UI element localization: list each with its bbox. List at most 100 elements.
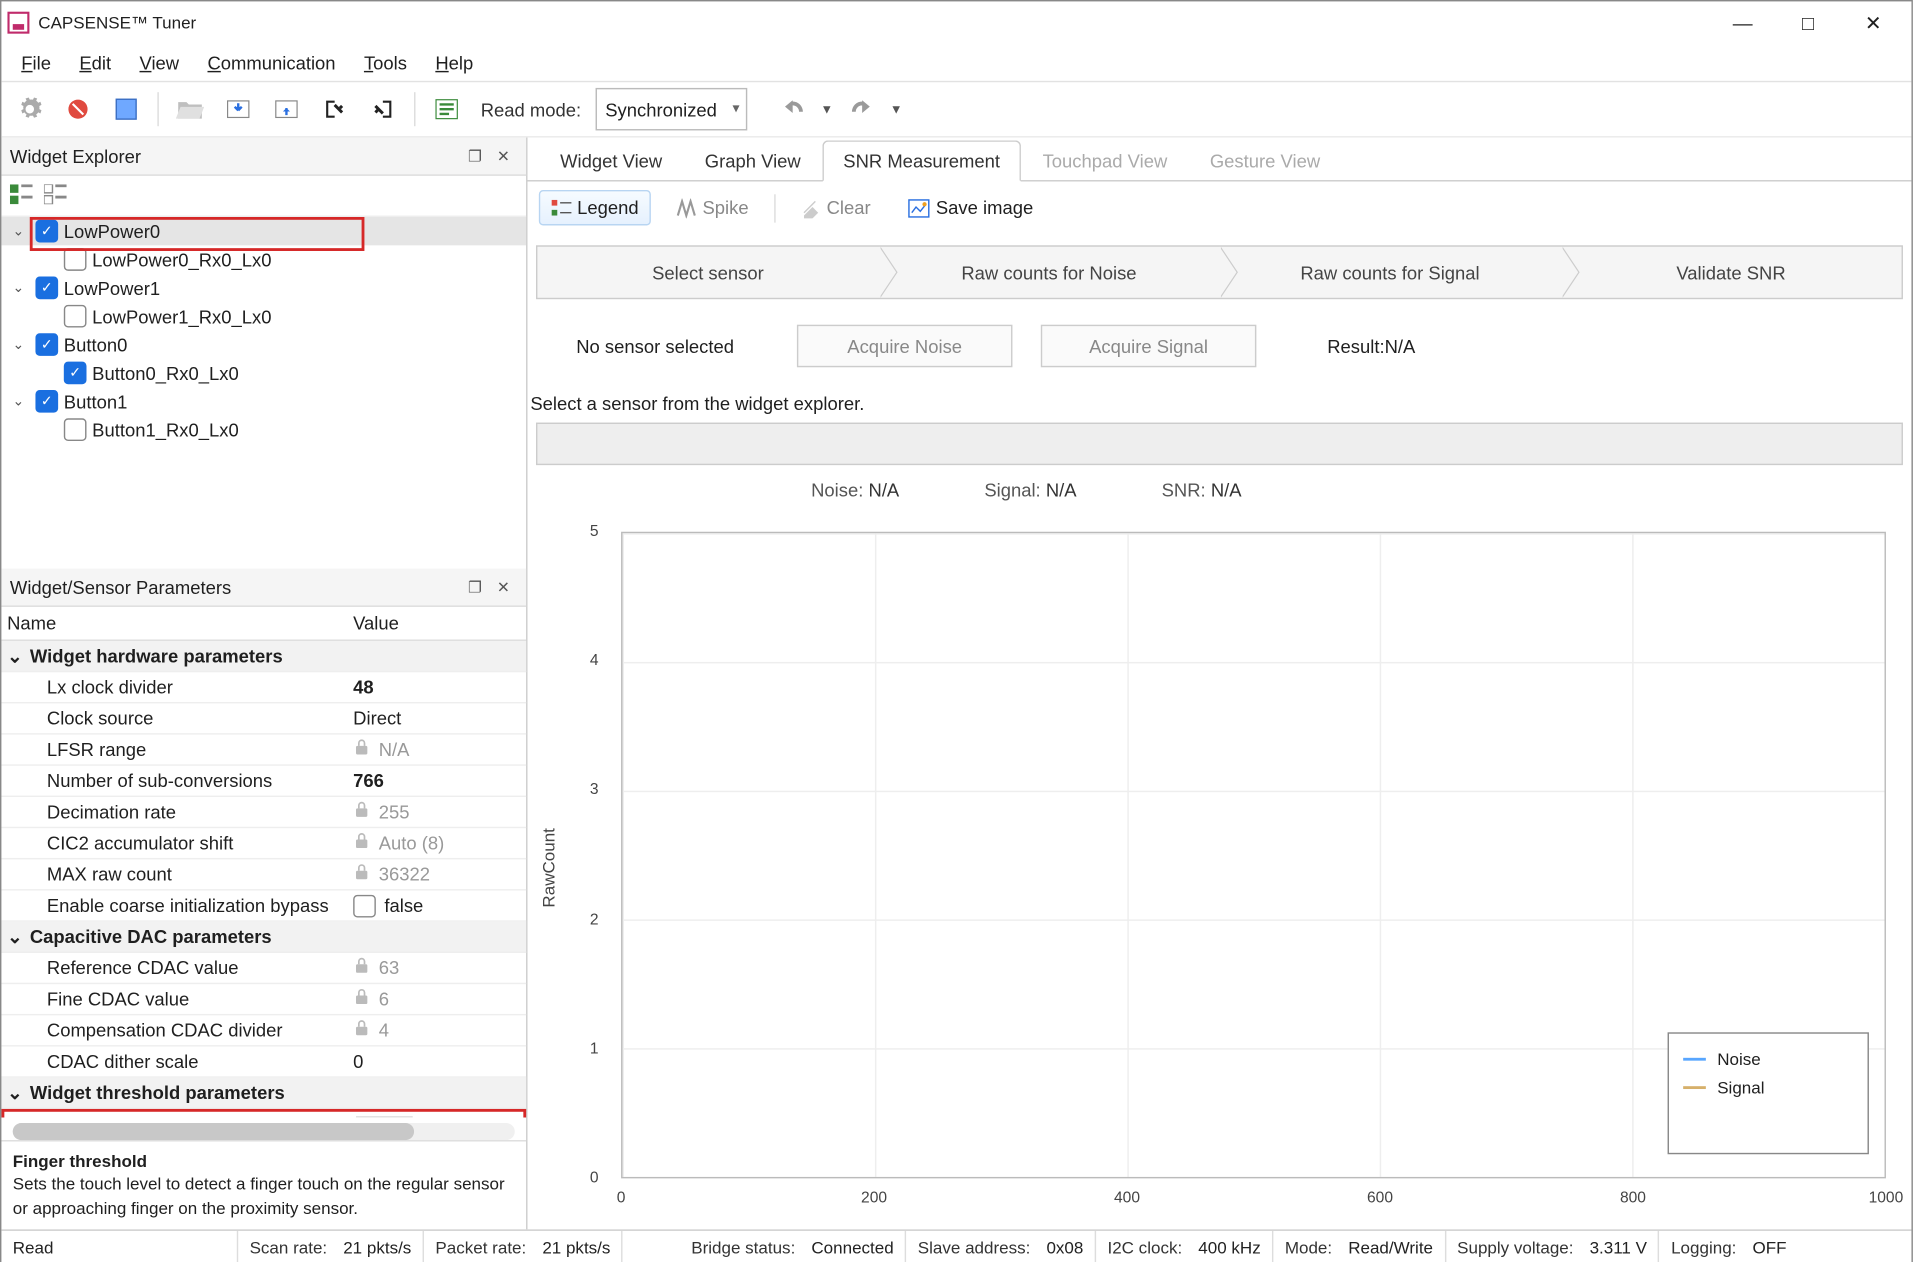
download-icon[interactable] (218, 89, 258, 129)
menu-view[interactable]: View (125, 46, 193, 79)
tree-item-button0[interactable]: ⌄ ✓ Button0 (1, 330, 526, 358)
dock-icon[interactable]: ❐ (461, 573, 489, 601)
chevron-down-icon[interactable]: ⌄ (7, 220, 30, 243)
chevron-down-icon[interactable]: ⌄ (7, 390, 30, 413)
read-mode-label: Read mode: (481, 99, 581, 120)
chevron-down-icon[interactable]: ⌄ (7, 645, 24, 668)
disconnect-icon[interactable] (58, 89, 98, 129)
param-row[interactable]: LFSR rangeN/A (1, 735, 526, 766)
checkbox-unchecked-icon[interactable] (64, 248, 87, 271)
tab-widget-view[interactable]: Widget View (539, 140, 684, 180)
chevron-down-icon[interactable]: ⌄ (7, 925, 24, 948)
menu-help[interactable]: Help (421, 46, 487, 79)
param-value: 6 (379, 988, 389, 1009)
chart-y-tick: 3 (590, 782, 599, 799)
menu-file[interactable]: File (7, 46, 65, 79)
checkbox-unchecked-icon[interactable] (353, 894, 376, 917)
tree-item-lowpower1[interactable]: ⌄ ✓ LowPower1 (1, 274, 526, 302)
param-row[interactable]: Fine CDAC value6 (1, 984, 526, 1015)
tab-gesture[interactable]: Gesture View (1189, 140, 1342, 180)
param-row[interactable]: Decimation rate255 (1, 797, 526, 828)
collapse-tree-icon[interactable] (44, 184, 67, 208)
chart-x-tick: 400 (1114, 1190, 1140, 1207)
stop-icon[interactable] (106, 89, 146, 129)
checkbox-checked-icon[interactable]: ✓ (35, 277, 58, 300)
param-row[interactable]: Enable coarse initialization bypassfalse (1, 891, 526, 922)
param-row[interactable]: Reference CDAC value63 (1, 953, 526, 984)
horizontal-scrollbar[interactable] (13, 1123, 515, 1139)
lock-icon (353, 832, 370, 853)
import-icon[interactable] (315, 89, 355, 129)
param-row[interactable]: CDAC dither scale0 (1, 1047, 526, 1078)
arrow-noise[interactable]: Raw counts for Noise (878, 247, 1219, 298)
log-icon[interactable] (427, 89, 467, 129)
checkbox-unchecked-icon[interactable] (64, 305, 87, 328)
snr-metrics: Noise: N/A Signal: N/A SNR: N/A (527, 465, 1911, 512)
chart-x-tick: 1000 (1869, 1190, 1904, 1207)
chevron-down-icon[interactable]: ⌄ (7, 1081, 24, 1104)
chart-x-tick: 800 (1620, 1190, 1646, 1207)
window-title: CAPSENSE™ Tuner (38, 13, 196, 33)
arrow-select-sensor[interactable]: Select sensor (537, 247, 878, 298)
checkbox-checked-icon[interactable]: ✓ (35, 333, 58, 356)
expand-tree-icon[interactable] (10, 184, 33, 208)
menu-communication[interactable]: Communication (193, 46, 349, 79)
menu-tools[interactable]: Tools (350, 46, 421, 79)
undo-button[interactable] (775, 92, 809, 126)
tree-item-lowpower0[interactable]: ⌄ ✓ LowPower0 (1, 217, 526, 245)
spike-button[interactable]: Spike (666, 191, 760, 224)
settings-icon[interactable] (10, 89, 50, 129)
parameters-table[interactable]: ⌄Widget hardware parametersLx clock divi… (1, 641, 526, 1118)
param-row[interactable]: Number of sub-conversions766 (1, 766, 526, 797)
legend-button[interactable]: Legend (539, 190, 652, 225)
tree-item-button1-rx0[interactable]: Button1_Rx0_Lx0 (1, 415, 526, 443)
checkbox-checked-icon[interactable]: ✓ (35, 220, 58, 243)
status-connected: Connected (811, 1238, 893, 1258)
menu-edit[interactable]: Edit (65, 46, 125, 79)
redo-dropdown[interactable]: ▼ (887, 102, 905, 116)
chevron-down-icon[interactable]: ⌄ (7, 333, 30, 356)
param-row[interactable]: Lx clock divider48 (1, 672, 526, 703)
checkbox-checked-icon[interactable]: ✓ (35, 390, 58, 413)
clear-button[interactable]: Clear (790, 191, 882, 224)
close-icon[interactable]: ✕ (489, 573, 517, 601)
acquire-signal-button[interactable]: Acquire Signal (1041, 325, 1257, 368)
tab-snr[interactable]: SNR Measurement (822, 140, 1021, 181)
snr-result-label: Result:N/A (1327, 335, 1415, 356)
window-close-button[interactable]: ✕ (1841, 1, 1906, 44)
close-icon[interactable]: ✕ (489, 142, 517, 170)
legend-color-noise (1683, 1058, 1706, 1061)
tree-item-button0-rx0[interactable]: ✓ Button0_Rx0_Lx0 (1, 359, 526, 387)
param-row[interactable]: Compensation CDAC divider4 (1, 1015, 526, 1046)
upload-icon[interactable] (267, 89, 307, 129)
undo-dropdown[interactable]: ▼ (818, 102, 836, 116)
window-maximize-button[interactable]: □ (1775, 1, 1840, 44)
param-value: 36322 (379, 864, 430, 885)
chart-plot[interactable]: Noise Signal 01234502004006008001000 (564, 518, 1900, 1218)
checkbox-unchecked-icon[interactable] (64, 418, 87, 441)
dock-icon[interactable]: ❐ (461, 142, 489, 170)
param-row[interactable]: Clock sourceDirect (1, 703, 526, 734)
tab-touchpad[interactable]: Touchpad View (1021, 140, 1188, 180)
tree-item-button1[interactable]: ⌄ ✓ Button1 (1, 387, 526, 415)
param-row[interactable]: MAX raw count36322 (1, 859, 526, 890)
param-row[interactable]: CIC2 accumulator shiftAuto (8) (1, 828, 526, 859)
widget-explorer-tree[interactable]: ⌄ ✓ LowPower0 LowPower0_Rx0_Lx0 ⌄ ✓ LowP… (1, 217, 526, 569)
save-image-button[interactable]: Save image (896, 191, 1044, 224)
export-icon[interactable] (363, 89, 403, 129)
redo-button[interactable] (844, 92, 878, 126)
param-row[interactable]: Finger threshold65535 (1, 1109, 526, 1118)
chevron-down-icon[interactable]: ⌄ (7, 277, 30, 300)
read-mode-select[interactable]: Synchronized ▾ (595, 88, 746, 131)
arrow-signal[interactable]: Raw counts for Signal (1219, 247, 1560, 298)
widget-explorer-header: Widget Explorer ❐ ✕ (1, 138, 526, 176)
window-minimize-button[interactable]: — (1710, 1, 1775, 44)
open-icon[interactable] (170, 89, 210, 129)
lock-icon (353, 864, 370, 885)
checkbox-checked-icon[interactable]: ✓ (64, 362, 87, 385)
arrow-validate[interactable]: Validate SNR (1561, 247, 1902, 298)
tree-item-lowpower1-rx0[interactable]: LowPower1_Rx0_Lx0 (1, 302, 526, 330)
acquire-noise-button[interactable]: Acquire Noise (797, 325, 1013, 368)
tree-item-lowpower0-rx0[interactable]: LowPower0_Rx0_Lx0 (1, 245, 526, 273)
tab-graph-view[interactable]: Graph View (683, 140, 822, 180)
